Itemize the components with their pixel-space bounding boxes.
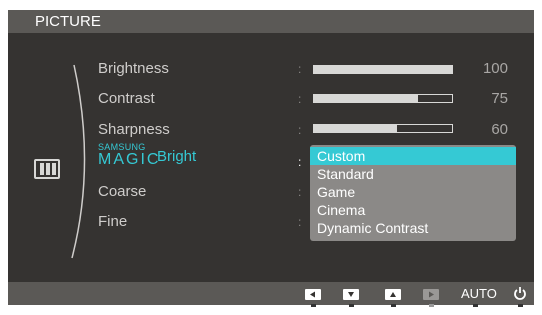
separator: : [298, 155, 302, 169]
button-tick [349, 304, 354, 307]
contrast-value: 75 [491, 90, 508, 107]
button-tick [429, 304, 434, 307]
magic-bright-dropdown[interactable]: Custom Standard Game Cinema Dynamic Cont… [310, 145, 516, 241]
button-tick [391, 304, 396, 307]
menu-item-sharpness[interactable]: Sharpness [98, 121, 170, 138]
brightness-value: 100 [482, 60, 508, 77]
button-tick [518, 304, 523, 307]
separator: : [298, 185, 302, 199]
left-icon[interactable] [305, 289, 321, 300]
menu-item-fine[interactable]: Fine [98, 213, 127, 230]
brightness-fill [314, 66, 452, 73]
option-standard[interactable]: Standard [310, 165, 516, 183]
separator: : [298, 62, 302, 76]
osd-panel: PICTURE Brightness : 100 Contrast : 75 S… [8, 10, 534, 305]
option-cinema[interactable]: Cinema [310, 201, 516, 219]
picture-icon [34, 159, 60, 179]
button-tick [473, 304, 478, 307]
contrast-fill [314, 95, 418, 102]
menu-item-contrast[interactable]: Contrast [98, 90, 155, 107]
separator: : [298, 123, 302, 137]
sharpness-value: 60 [491, 121, 508, 138]
option-game[interactable]: Game [310, 183, 516, 201]
auto-button[interactable]: AUTO [461, 286, 497, 301]
separator: : [298, 215, 302, 229]
menu-item-brightness[interactable]: Brightness [98, 60, 169, 77]
button-guide-bar: AUTO [8, 282, 534, 305]
sharpness-fill [314, 125, 397, 132]
brightness-bar [313, 65, 453, 74]
option-dynamic-contrast[interactable]: Dynamic Contrast [310, 219, 516, 237]
magic-bright-label: Bright [157, 148, 197, 165]
separator: : [298, 92, 302, 106]
power-icon[interactable] [513, 286, 527, 300]
magic-word: MAGIC [98, 151, 161, 168]
down-icon[interactable] [343, 289, 359, 300]
menu-item-coarse[interactable]: Coarse [98, 183, 146, 200]
up-icon[interactable] [385, 289, 401, 300]
sharpness-bar [313, 124, 453, 133]
contrast-bar [313, 94, 453, 103]
option-custom[interactable]: Custom [310, 147, 516, 165]
button-tick [311, 304, 316, 307]
enter-icon[interactable] [423, 289, 439, 300]
